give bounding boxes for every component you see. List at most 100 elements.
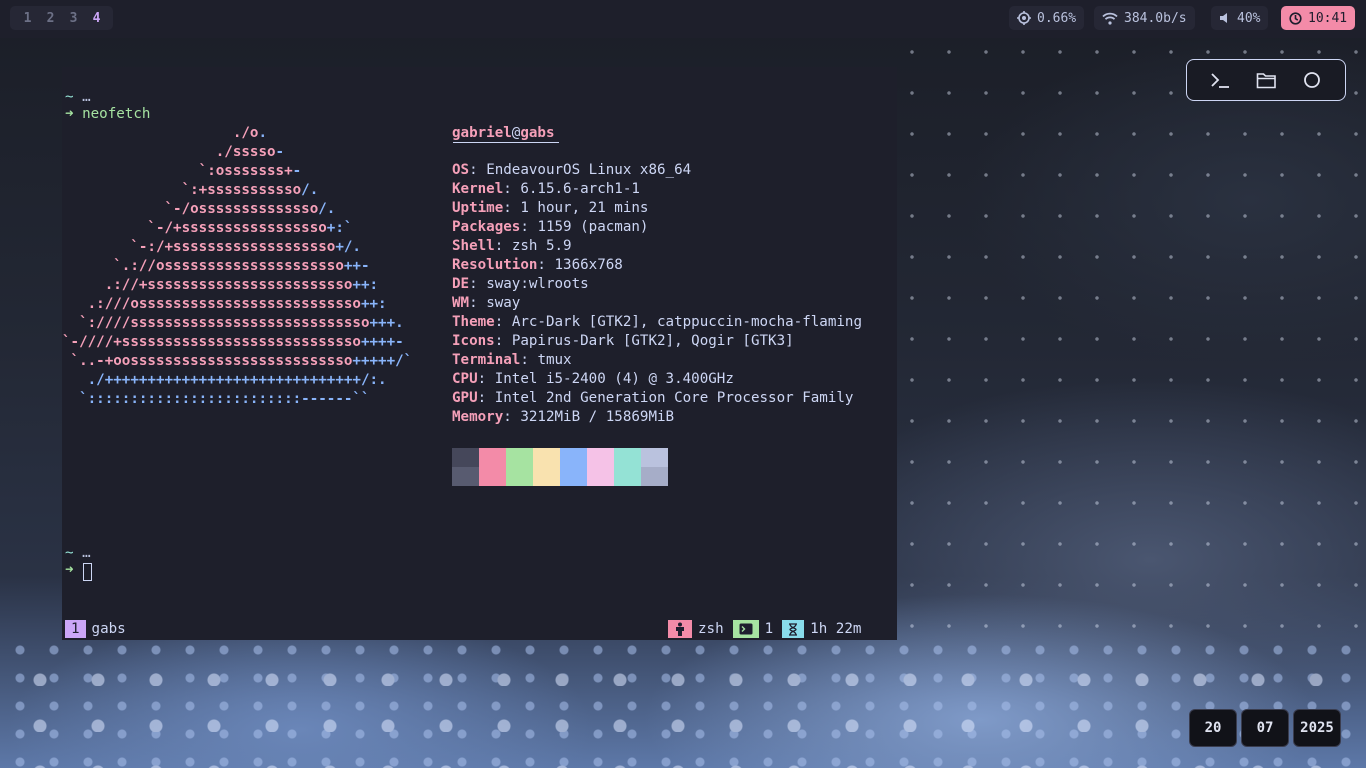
info-key: CPU xyxy=(452,371,478,387)
clock-module[interactable]: 10:41 xyxy=(1281,6,1356,30)
palette-swatch xyxy=(533,448,560,467)
ascii-line: ./sssso- xyxy=(62,144,285,160)
info-value: Intel i5-2400 (4) @ 3.400GHz xyxy=(494,371,734,387)
info-row-shell: Shell: zsh 5.9 xyxy=(452,238,572,254)
info-key: Memory xyxy=(452,409,504,425)
title-user: gabriel xyxy=(452,125,512,141)
cpu-usage: 0.66% xyxy=(1037,10,1077,26)
ascii-line: `.://osssssssssssssssssssso++- xyxy=(62,258,370,274)
info-row-cpu: CPU: Intel i5-2400 (4) @ 3.400GHz xyxy=(452,371,734,387)
palette-swatch xyxy=(614,467,641,486)
palette-swatch xyxy=(479,467,506,486)
info-row-terminal: Terminal: tmux xyxy=(452,352,572,368)
terminal-icon xyxy=(732,620,759,638)
prompt-arrow: ➜ xyxy=(65,562,74,578)
info-key: WM xyxy=(452,295,470,311)
palette-swatch xyxy=(614,448,641,467)
cpu-module[interactable]: 0.66% xyxy=(1009,6,1085,30)
info-value: Papirus-Dark [GTK2], Qogir [GTK3] xyxy=(511,333,794,349)
info-row-gpu: GPU: Intel 2nd Generation Core Processor… xyxy=(452,390,854,406)
info-key: Kernel xyxy=(452,181,504,197)
prompt-dir: ~ xyxy=(65,89,74,105)
shell-name: zsh xyxy=(698,621,724,637)
palette-swatch xyxy=(587,467,614,486)
wifi-icon xyxy=(1102,12,1118,25)
ascii-line: .://+ssssssssssssssssssssssso++: xyxy=(62,277,379,293)
info-key: Uptime xyxy=(452,200,504,216)
color-palette xyxy=(452,448,668,486)
terminal-icon[interactable] xyxy=(1204,64,1236,96)
palette-swatch xyxy=(452,448,479,467)
tmux-right-status: zsh 1 1h 22m xyxy=(668,619,861,639)
palette-swatch xyxy=(560,467,587,486)
info-value: Arc-Dark [GTK2], catppuccin-mocha-flamin… xyxy=(511,314,863,330)
palette-swatch xyxy=(506,467,533,486)
hourglass-icon xyxy=(782,620,805,638)
network-module[interactable]: 384.0b/s xyxy=(1094,6,1195,30)
text-cursor[interactable] xyxy=(83,563,92,581)
volume-module[interactable]: 40% xyxy=(1211,6,1269,30)
command-text: neofetch xyxy=(82,106,151,122)
wallpaper-snow xyxy=(900,40,1366,640)
palette-swatch xyxy=(641,467,668,486)
session-uptime: 1h 22m xyxy=(810,621,862,637)
date-year: 2025 xyxy=(1293,709,1341,747)
info-value: zsh 5.9 xyxy=(511,238,572,254)
info-row-theme: Theme: Arc-Dark [GTK2], catppuccin-mocha… xyxy=(452,314,863,330)
info-value: Intel 2nd Generation Core Processor Fami… xyxy=(494,390,854,406)
cpu-icon xyxy=(1017,11,1031,25)
info-key: GPU xyxy=(452,390,478,406)
info-value: tmux xyxy=(537,352,572,368)
info-row-de: DE: sway:wlroots xyxy=(452,276,589,292)
info-key: Packages xyxy=(452,219,521,235)
info-value: sway xyxy=(486,295,521,311)
ascii-line: .:///ossssssssssssssssssssssssso++: xyxy=(62,296,387,312)
command-line: ➜ neofetch xyxy=(65,105,150,124)
workspace-4[interactable]: 4 xyxy=(85,11,108,26)
person-icon xyxy=(668,620,692,638)
circle-icon[interactable] xyxy=(1296,64,1328,96)
ascii-line: `-:/+sssssssssssssssssso+/. xyxy=(62,239,361,255)
session-name: gabs xyxy=(91,621,126,637)
pane-count: 1 xyxy=(764,621,774,637)
window-index: 1 xyxy=(65,620,86,638)
tmux-status-bar: 1 gabs zsh 1 1h 22m xyxy=(62,619,897,639)
info-key: Theme xyxy=(452,314,495,330)
info-value: sway:wlroots xyxy=(486,276,589,292)
ascii-line: `-/+sssssssssssssssso+:` xyxy=(62,220,353,236)
workspace-1[interactable]: 1 xyxy=(16,11,39,26)
input-line: ➜ xyxy=(65,561,74,580)
info-key: DE xyxy=(452,276,470,292)
info-key: Terminal xyxy=(452,352,521,368)
volume-level: 40% xyxy=(1237,10,1261,26)
ascii-line: `:osssssss+- xyxy=(62,163,302,179)
palette-swatch xyxy=(641,448,668,467)
palette-swatch xyxy=(506,448,533,467)
title-host: gabs xyxy=(520,125,555,141)
info-row-resolution: Resolution: 1366x768 xyxy=(452,257,623,273)
tmux-window[interactable]: 1 gabs xyxy=(65,619,126,639)
info-row-kernel: Kernel: 6.15.6-arch1-1 xyxy=(452,181,640,197)
info-value: 1366x768 xyxy=(554,257,623,273)
app-dock xyxy=(1186,59,1346,101)
terminal-window[interactable]: ~ … ➜ neofetch ./o. ./sssso- `:osssssss+… xyxy=(62,67,897,640)
prompt-arrow: ➜ xyxy=(65,106,74,122)
speaker-icon xyxy=(1219,12,1231,24)
workspace-2[interactable]: 2 xyxy=(39,11,62,26)
ascii-line: `-/ossssssssssssso/. xyxy=(62,201,336,217)
palette-swatch xyxy=(479,448,506,467)
date-month: 07 xyxy=(1241,709,1289,747)
workspace-3[interactable]: 3 xyxy=(62,11,85,26)
prompt-ellipsis: … xyxy=(82,89,91,105)
info-row-memory: Memory: 3212MiB / 15869MiB xyxy=(452,409,675,425)
clock-icon xyxy=(1289,11,1302,25)
folder-icon[interactable] xyxy=(1250,64,1282,96)
prompt-dir: ~ xyxy=(65,545,74,561)
info-key: Resolution xyxy=(452,257,538,273)
info-value: EndeavourOS Linux x86_64 xyxy=(486,162,692,178)
info-value: 6.15.6-arch1-1 xyxy=(520,181,640,197)
info-underline xyxy=(452,142,862,161)
info-key: OS xyxy=(452,162,470,178)
clock-time: 10:41 xyxy=(1308,10,1348,26)
top-bar: 1 2 3 4 0.66% 384.0b/s 40% 10:41 xyxy=(0,0,1366,38)
